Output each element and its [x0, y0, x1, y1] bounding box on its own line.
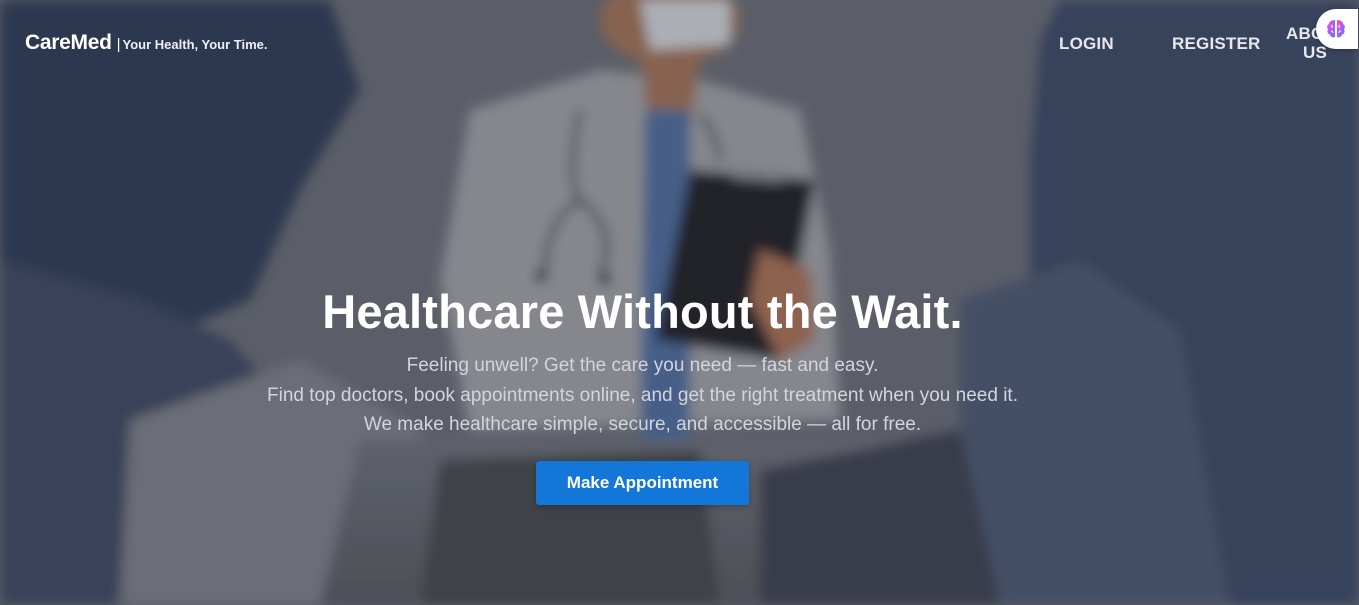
hero-description: Feeling unwell? Get the care you need — … — [0, 351, 1285, 440]
make-appointment-button[interactable]: Make Appointment — [536, 461, 749, 505]
hero-headline: Healthcare Without the Wait. — [322, 285, 963, 338]
nav-register-link[interactable]: REGISTER — [1172, 34, 1261, 54]
nav-login-link[interactable]: LOGIN — [1059, 34, 1114, 54]
hero-description-line: We make healthcare simple, secure, and a… — [363, 414, 922, 435]
extension-widget[interactable] — [1316, 9, 1358, 49]
brand-tagline: Your Health, Your Time. — [122, 37, 268, 52]
brand-name: CareMed — [25, 31, 112, 54]
brain-icon — [1327, 20, 1345, 38]
hero-description-line: Find top doctors, book appointments onli… — [267, 384, 1018, 406]
hero-description-line: Feeling unwell? Get the care you need — … — [406, 355, 879, 376]
brand-logo[interactable]: CareMed | Your Health, Your Time. — [25, 31, 267, 55]
hero-section: CareMed | Your Health, Your Time. LOGIN … — [0, 0, 1359, 605]
brand-separator: | — [116, 36, 121, 53]
